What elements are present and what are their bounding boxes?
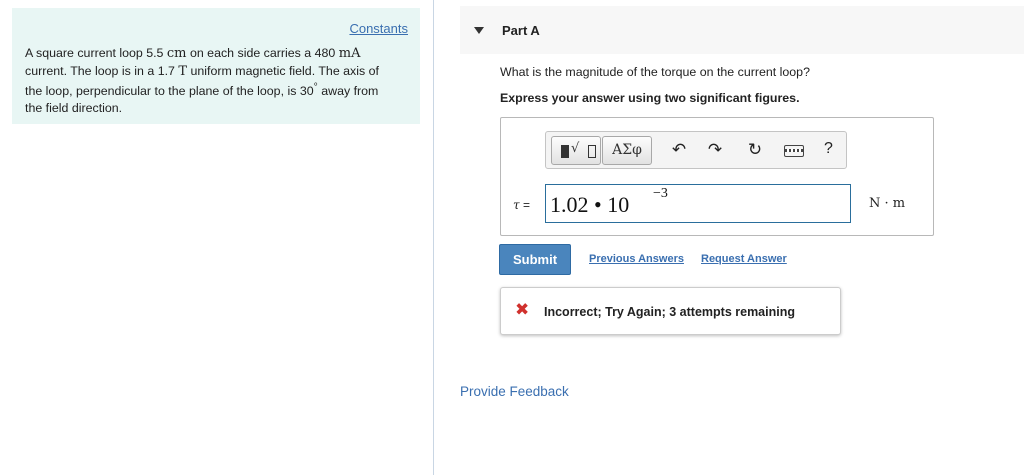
- answer-value: 1.02 • 10: [550, 192, 630, 217]
- symbols-button[interactable]: ΑΣφ: [602, 136, 652, 165]
- collapse-caret-icon[interactable]: [474, 27, 484, 34]
- problem-text-part: current. The loop is in a 1.7: [25, 63, 179, 78]
- part-a-header[interactable]: Part A: [460, 6, 1024, 54]
- feedback-message-box: ✖ Incorrect; Try Again; 3 attempts remai…: [500, 287, 841, 335]
- instruction-text: Express your answer using two significan…: [500, 91, 800, 105]
- problem-text-part: away from: [317, 84, 379, 99]
- problem-text-part: A square current loop 5.5: [25, 46, 167, 60]
- templates-button[interactable]: √: [551, 136, 601, 165]
- equals-sign: =: [519, 198, 530, 212]
- problem-text-part: the field direction.: [25, 100, 123, 115]
- previous-answers-link[interactable]: Previous Answers: [589, 253, 684, 265]
- help-icon[interactable]: ?: [824, 140, 833, 158]
- unit-ma: mA: [338, 46, 361, 61]
- unit-tesla: T: [178, 63, 188, 79]
- request-answer-link[interactable]: Request Answer: [701, 253, 787, 265]
- submit-button[interactable]: Submit: [499, 244, 571, 275]
- unit-cm: cm: [166, 46, 187, 61]
- problem-text-part: the loop, perpendicular to the plane of …: [25, 84, 314, 99]
- tau-symbol: τ: [513, 198, 520, 212]
- keyboard-icon[interactable]: [784, 145, 804, 157]
- symbols-icon: ΑΣφ: [612, 142, 642, 158]
- constants-link[interactable]: Constants: [349, 21, 408, 36]
- problem-text-part: on each side carries a 480: [186, 46, 339, 60]
- math-toolbar: √ ΑΣφ ↶ ↷ ↻ ?: [545, 131, 847, 169]
- answer-variable-label: τ =: [513, 198, 530, 212]
- question-text: What is the magnitude of the torque on t…: [500, 65, 810, 79]
- problem-text: A square current loop 5.5 cm on each sid…: [25, 45, 415, 116]
- answer-exponent: −3: [653, 186, 668, 201]
- answer-unit: N · m: [869, 196, 906, 211]
- sqrt-icon: √: [571, 141, 580, 156]
- answer-box: √ ΑΣφ ↶ ↷ ↻ ? τ = 1.02 • 10 −3 N · m: [500, 117, 934, 236]
- part-title: Part A: [502, 23, 540, 38]
- answer-input[interactable]: 1.02 • 10 −3: [545, 184, 851, 223]
- provide-feedback-link[interactable]: Provide Feedback: [460, 384, 569, 399]
- placeholder-box-icon: [588, 145, 596, 158]
- reset-icon[interactable]: ↻: [744, 139, 766, 161]
- feedback-text: Incorrect; Try Again; 3 attempts remaini…: [544, 305, 795, 319]
- problem-statement-box: Constants A square current loop 5.5 cm o…: [12, 8, 420, 124]
- undo-icon[interactable]: ↶: [668, 139, 690, 161]
- problem-panel: Constants A square current loop 5.5 cm o…: [0, 0, 434, 475]
- redo-icon[interactable]: ↷: [704, 139, 726, 161]
- problem-text-part: uniform magnetic field. The axis of: [187, 63, 379, 78]
- templates-icon: [561, 145, 569, 158]
- incorrect-x-icon: ✖: [515, 300, 530, 320]
